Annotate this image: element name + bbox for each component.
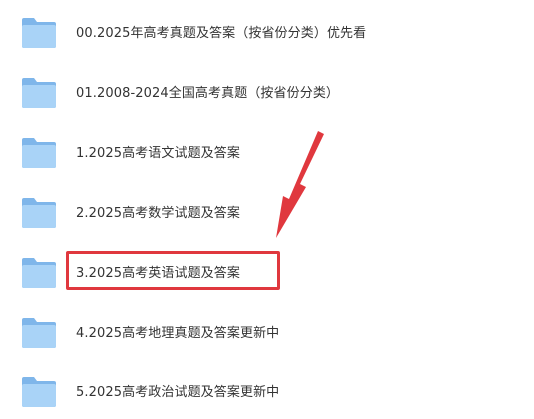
folder-icon xyxy=(22,258,56,288)
folder-item[interactable]: 2.2025高考数学试题及答案 xyxy=(0,188,534,240)
folder-name: 4.2025高考地理真题及答案更新中 xyxy=(76,326,280,341)
folder-icon xyxy=(22,18,56,48)
folder-item[interactable]: 01.2008-2024全国高考真题（按省份分类） xyxy=(0,68,534,120)
folder-item[interactable]: 5.2025高考政治试题及答案更新中 xyxy=(0,367,534,419)
folder-name: 1.2025高考语文试题及答案 xyxy=(76,146,240,161)
folder-item[interactable]: 1.2025高考语文试题及答案 xyxy=(0,128,534,180)
folder-name: 01.2008-2024全国高考真题（按省份分类） xyxy=(76,86,340,101)
folder-icon xyxy=(22,198,56,228)
folder-name: 5.2025高考政治试题及答案更新中 xyxy=(76,385,280,400)
highlight-box xyxy=(66,251,280,290)
folder-icon xyxy=(22,138,56,168)
file-list: 00.2025年高考真题及答案（按省份分类）优先看 01.2008-2024全国… xyxy=(0,0,534,419)
folder-item[interactable]: 4.2025高考地理真题及答案更新中 xyxy=(0,308,534,360)
folder-icon xyxy=(22,78,56,108)
folder-name: 2.2025高考数学试题及答案 xyxy=(76,206,240,221)
folder-icon xyxy=(22,318,56,348)
folder-name: 00.2025年高考真题及答案（按省份分类）优先看 xyxy=(76,26,367,41)
folder-item[interactable]: 00.2025年高考真题及答案（按省份分类）优先看 xyxy=(0,8,534,60)
folder-icon xyxy=(22,377,56,407)
